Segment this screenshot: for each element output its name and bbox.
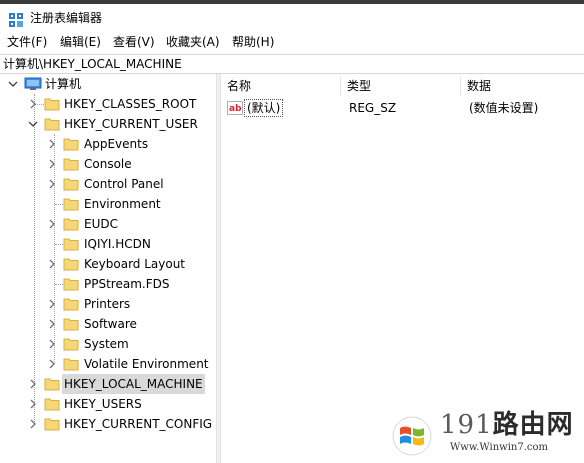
address-bar[interactable]: 计算机\HKEY_LOCAL_MACHINE [0, 54, 584, 74]
chevron-down-icon[interactable] [28, 119, 38, 129]
value-data: (数值未设置) [469, 101, 539, 115]
chevron-right-icon[interactable] [28, 379, 38, 389]
tree-node-hkey-users[interactable]: HKEY_USERS [0, 394, 216, 414]
regedit-app-icon [8, 12, 24, 28]
folder-icon [63, 257, 79, 271]
tree-node-volatile-environment[interactable]: Volatile Environment [0, 354, 216, 374]
tree-node-iqiyi-hcdn[interactable]: IQIYI.HCDN [0, 234, 216, 254]
tree-label: HKEY_CURRENT_CONFIG [64, 417, 213, 431]
tree-label: Control Panel [84, 177, 164, 191]
folder-open-icon [44, 117, 60, 131]
address-path[interactable]: 计算机\HKEY_LOCAL_MACHINE [3, 57, 182, 71]
tree-label: PPStream.FDS [84, 277, 170, 291]
chevron-right-icon[interactable] [28, 99, 38, 109]
folder-icon [44, 377, 60, 391]
tree-label: AppEvents [84, 137, 149, 151]
chevron-right-icon[interactable] [47, 139, 57, 149]
computer-icon [24, 77, 42, 91]
chevron-right-icon[interactable] [28, 399, 38, 409]
tree-label: Software [84, 317, 137, 331]
chevron-right-icon[interactable] [47, 359, 57, 369]
tree-node-software[interactable]: Software [0, 314, 216, 334]
tree-node-eudc[interactable]: EUDC [0, 214, 216, 234]
tree-node-hkey-current-config[interactable]: HKEY_CURRENT_CONFIG [0, 414, 216, 434]
folder-icon [63, 137, 79, 151]
windows-logo-icon [392, 416, 432, 459]
menu-edit[interactable]: 编辑(E) [60, 35, 101, 49]
chevron-right-icon[interactable] [47, 259, 57, 269]
watermark-brand: 191路由网 [440, 410, 574, 440]
folder-icon [44, 397, 60, 411]
folder-icon [63, 157, 79, 171]
column-header-name[interactable]: 名称 [221, 76, 341, 96]
tree-node-appevents[interactable]: AppEvents [0, 134, 216, 154]
window-title: 注册表编辑器 [30, 11, 103, 25]
folder-icon [63, 197, 79, 211]
tree-label: Console [84, 157, 132, 171]
tree-node-hkey-local-machine[interactable]: HKEY_LOCAL_MACHINE [0, 374, 216, 394]
chevron-right-icon[interactable] [47, 179, 57, 189]
value-row[interactable]: ab (默认) REG_SZ (数值未设置) [221, 98, 584, 118]
folder-icon [63, 277, 79, 291]
column-header-type[interactable]: 类型 [341, 76, 461, 96]
folder-icon [63, 177, 79, 191]
chevron-down-icon[interactable] [8, 79, 18, 89]
tree-label: System [84, 337, 129, 351]
tree-label: Environment [84, 197, 161, 211]
chevron-right-icon[interactable] [47, 299, 57, 309]
tree-guide-line [55, 284, 63, 285]
menu-favorites[interactable]: 收藏夹(A) [166, 35, 220, 49]
title-bar[interactable]: 注册表编辑器 [0, 4, 584, 31]
tree-pane[interactable]: 计算机 HKEY_CLASSES_ROOT HKEY_CURRENT_USER … [0, 74, 216, 463]
tree-node-environment[interactable]: Environment [0, 194, 216, 214]
tree-node-system[interactable]: System [0, 334, 216, 354]
tree-node-keyboard-layout[interactable]: Keyboard Layout [0, 254, 216, 274]
value-type: REG_SZ [349, 101, 397, 115]
folder-icon [63, 317, 79, 331]
tree-guide-line [55, 244, 63, 245]
tree-label: Printers [84, 297, 131, 311]
chevron-right-icon[interactable] [47, 159, 57, 169]
tree-label: Keyboard Layout [84, 257, 186, 271]
menu-file[interactable]: 文件(F) [7, 35, 47, 49]
tree-label: HKEY_CLASSES_ROOT [64, 97, 197, 111]
chevron-right-icon[interactable] [47, 339, 57, 349]
chevron-right-icon[interactable] [47, 319, 57, 329]
folder-icon [63, 217, 79, 231]
menu-bar: 文件(F) 编辑(E) 查看(V) 收藏夹(A) 帮助(H) [0, 31, 584, 53]
tree-guide-line [55, 204, 63, 205]
column-header-data[interactable]: 数据 [461, 76, 584, 96]
watermark-brand-digits: 191 [440, 410, 493, 440]
watermark-brand-text: 路由网 [492, 410, 574, 440]
tree-label: EUDC [84, 217, 118, 231]
tree-node-hkey-current-user[interactable]: HKEY_CURRENT_USER [0, 114, 216, 134]
tree-node-console[interactable]: Console [0, 154, 216, 174]
folder-icon [63, 337, 79, 351]
tree-node-hkey-classes-root[interactable]: HKEY_CLASSES_ROOT [0, 94, 216, 114]
folder-icon [44, 417, 60, 431]
watermark-site: Www.Winwin7.com [450, 442, 548, 453]
folder-icon [63, 357, 79, 371]
svg-text:ab: ab [229, 104, 242, 114]
chevron-right-icon[interactable] [28, 419, 38, 429]
tree-node-ppstream-fds[interactable]: PPStream.FDS [0, 274, 216, 294]
folder-icon [63, 237, 79, 251]
tree-label: IQIYI.HCDN [84, 237, 151, 251]
site-watermark: 191路由网 Www.Winwin7.com [386, 404, 584, 463]
tree-label: HKEY_CURRENT_USER [64, 117, 198, 131]
tree-label: Volatile Environment [84, 357, 209, 371]
folder-icon [44, 97, 60, 111]
string-value-icon: ab [227, 101, 243, 115]
tree-label: HKEY_LOCAL_MACHINE [62, 374, 205, 394]
tree-node-computer[interactable]: 计算机 [0, 74, 216, 94]
menu-view[interactable]: 查看(V) [113, 35, 155, 49]
tree-node-control-panel[interactable]: Control Panel [0, 174, 216, 194]
folder-icon [63, 297, 79, 311]
tree-label: HKEY_USERS [64, 397, 142, 411]
value-name[interactable]: (默认) [244, 99, 284, 117]
tree-label: 计算机 [45, 77, 82, 91]
chevron-right-icon[interactable] [47, 219, 57, 229]
tree-node-printers[interactable]: Printers [0, 294, 216, 314]
menu-help[interactable]: 帮助(H) [232, 35, 274, 49]
